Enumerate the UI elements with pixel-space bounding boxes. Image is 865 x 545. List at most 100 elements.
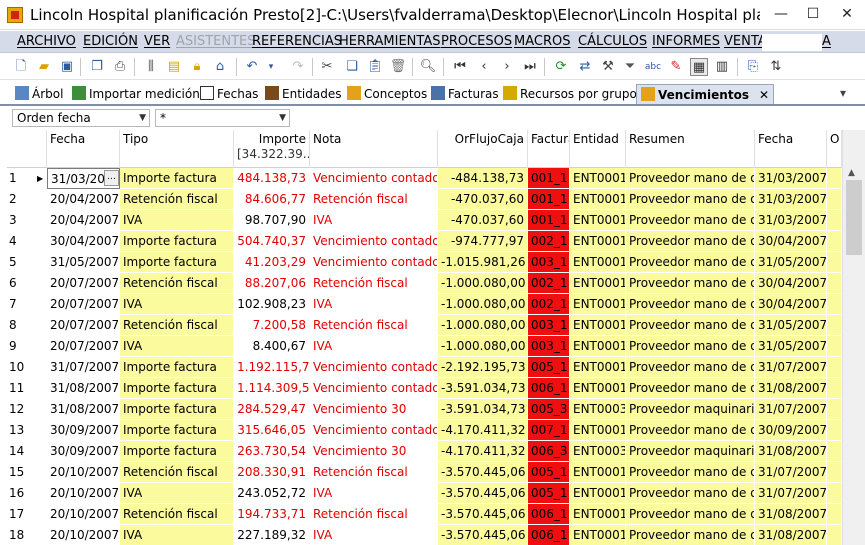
refresh-icon[interactable]: ⟳	[552, 58, 570, 76]
cell-fecha2[interactable]: 30/09/2007	[755, 420, 827, 441]
table-row[interactable]: 7 20/07/2007 IVA 102.908,23 IVA -1.000.080,00…	[7, 294, 842, 315]
cell-factura[interactable]: 006_1	[528, 525, 570, 545]
menu-venta[interactable]: VENTA	[724, 33, 767, 51]
cell-fecha[interactable]: 20/10/2007	[47, 525, 120, 545]
cell-factura[interactable]: 003_1	[528, 336, 570, 357]
cell-tipo[interactable]: Importe factura	[120, 231, 234, 252]
cell-extra[interactable]	[827, 378, 842, 399]
cell-nota[interactable]: IVA	[310, 525, 438, 545]
menu-macros[interactable]: MACROS	[514, 33, 570, 51]
search-icon[interactable]: 🔍︎	[419, 58, 437, 76]
cell-resumen[interactable]: Proveedor maquinaria	[626, 441, 755, 462]
cell-nota[interactable]: Vencimiento contado	[310, 420, 438, 441]
cell-extra[interactable]	[827, 189, 842, 210]
cell-nota[interactable]: Vencimiento contado	[310, 378, 438, 399]
cell-fecha[interactable]: 20/10/2007	[47, 504, 120, 525]
cell-factura[interactable]: 006_3	[528, 441, 570, 462]
cell-nota[interactable]: Retención fiscal	[310, 315, 438, 336]
tab-conceptos[interactable]: Conceptos	[347, 84, 427, 104]
cell-importe[interactable]: 504.740,37	[234, 231, 310, 252]
cell-extra[interactable]	[827, 504, 842, 525]
cell-importe[interactable]: 8.400,67	[234, 336, 310, 357]
menu-informes[interactable]: INFORMES	[652, 33, 720, 51]
header-tipo[interactable]: Tipo	[120, 130, 234, 168]
next-icon[interactable]: ›	[498, 58, 516, 76]
cell-entidad[interactable]: ENT0001	[570, 336, 626, 357]
cell-importe[interactable]: 1.192.115,73	[234, 357, 310, 378]
cell-importe[interactable]: 1.114.309,53	[234, 378, 310, 399]
header-entidad[interactable]: Entidad	[570, 130, 626, 168]
cell-entidad[interactable]: ENT0001	[570, 357, 626, 378]
table-row[interactable]: 15 20/10/2007 Retención fiscal 208.330,91 Re…	[7, 462, 842, 483]
table-row[interactable]: 1 31/03/20 Importe factura 484.138,73 Vencim…	[7, 168, 842, 189]
menu-archivo[interactable]: ARCHIVO	[17, 33, 76, 51]
header-importe[interactable]: Importe [34.322.39...	[234, 130, 310, 168]
menu-a[interactable]: A	[822, 33, 831, 51]
cell-entidad[interactable]: ENT0001	[570, 462, 626, 483]
table-row[interactable]: 6 20/07/2007 Retención fiscal 88.207,06 Rete…	[7, 273, 842, 294]
cell-resumen[interactable]: Proveedor mano de ob	[626, 294, 755, 315]
table-row[interactable]: 18 20/10/2007 IVA 227.189,32 IVA -3.570.445,0…	[7, 525, 842, 545]
cell-fecha[interactable]: 31/07/2007	[47, 357, 120, 378]
cell-entidad[interactable]: ENT0001	[570, 420, 626, 441]
cell-flujo[interactable]: -3.570.445,06	[438, 462, 528, 483]
cell-tipo[interactable]: Retención fiscal	[120, 189, 234, 210]
cell-fecha2[interactable]: 31/05/2007	[755, 252, 827, 273]
cell-tipo[interactable]: Importe factura	[120, 252, 234, 273]
cell-importe[interactable]: 243.052,72	[234, 483, 310, 504]
cell-flujo[interactable]: -4.170.411,32	[438, 420, 528, 441]
prev-icon[interactable]: ‹	[475, 58, 493, 76]
cell-importe[interactable]: 208.330,91	[234, 462, 310, 483]
cell-entidad[interactable]: ENT0001	[570, 315, 626, 336]
cell-nota[interactable]: Retención fiscal	[310, 273, 438, 294]
cell-importe[interactable]: 284.529,47	[234, 399, 310, 420]
cell-nota[interactable]: IVA	[310, 483, 438, 504]
cell-fecha2[interactable]: 31/03/2007	[755, 189, 827, 210]
first-icon[interactable]: ⏮	[451, 58, 469, 76]
cell-nota[interactable]: Vencimiento 30	[310, 441, 438, 462]
cell-extra[interactable]	[827, 420, 842, 441]
cell-resumen[interactable]: Proveedor mano de ob	[626, 420, 755, 441]
cell-entidad[interactable]: ENT0001	[570, 252, 626, 273]
tab-scroll-chevron-icon[interactable]: ▾	[840, 86, 846, 100]
cell-entidad[interactable]: ENT0001	[570, 504, 626, 525]
spellcheck-icon[interactable]: abc	[644, 58, 662, 76]
cell-flujo[interactable]: -1.000.080,00	[438, 315, 528, 336]
cell-resumen[interactable]: Proveedor maquinaria	[626, 399, 755, 420]
save-icon[interactable]: ▣	[58, 58, 76, 76]
tab-importar-medicion[interactable]: Importar medición	[72, 84, 200, 104]
sort-icon[interactable]: ⇅	[767, 58, 785, 76]
cell-factura[interactable]: 005_1	[528, 357, 570, 378]
cell-fecha[interactable]: 20/04/2007	[47, 210, 120, 231]
cell-importe[interactable]: 263.730,54	[234, 441, 310, 462]
cell-resumen[interactable]: Proveedor mano de ob	[626, 462, 755, 483]
cell-fecha[interactable]: 20/10/2007	[47, 462, 120, 483]
cell-entidad[interactable]: ENT0001	[570, 210, 626, 231]
cell-fecha2[interactable]: 31/08/2007	[755, 525, 827, 545]
cell-tipo[interactable]: Retención fiscal	[120, 273, 234, 294]
cell-factura[interactable]: 006_1	[528, 378, 570, 399]
cell-resumen[interactable]: Proveedor mano de ob	[626, 189, 755, 210]
table-row[interactable]: 9 20/07/2007 IVA 8.400,67 IVA -1.000.080,00 00…	[7, 336, 842, 357]
cell-factura[interactable]: 001_1	[528, 210, 570, 231]
menu-procesos[interactable]: PROCESOS	[441, 33, 512, 51]
table-row[interactable]: 17 20/10/2007 Retención fiscal 194.733,71 Re…	[7, 504, 842, 525]
cell-importe[interactable]: 98.707,90	[234, 210, 310, 231]
menu-asistentes[interactable]: ASISTENTES	[176, 33, 256, 51]
cell-resumen[interactable]: Proveedor mano de ob	[626, 525, 755, 545]
cell-fecha[interactable]: 31/08/2007	[47, 378, 120, 399]
cell-flujo[interactable]: -3.570.445,06	[438, 525, 528, 545]
cell-fecha2[interactable]: 31/05/2007	[755, 336, 827, 357]
cell-flujo[interactable]: -470.037,60	[438, 189, 528, 210]
filter-select[interactable]: * ▼	[155, 109, 290, 127]
brush-icon[interactable]: ✎	[667, 58, 685, 76]
close-button[interactable]: ✕	[829, 0, 865, 29]
cell-flujo[interactable]: -1.000.080,00	[438, 294, 528, 315]
cell-flujo[interactable]: -1.000.080,00	[438, 336, 528, 357]
header-nota[interactable]: Nota	[310, 130, 438, 168]
table-row[interactable]: 14 30/09/2007 Importe factura 263.730,54 Ven…	[7, 441, 842, 462]
tools-icon[interactable]: ⚒	[599, 58, 617, 76]
cell-resumen[interactable]: Proveedor mano de ob	[626, 357, 755, 378]
cell-importe[interactable]: 227.189,32	[234, 525, 310, 545]
cell-fecha2[interactable]: 30/04/2007	[755, 231, 827, 252]
